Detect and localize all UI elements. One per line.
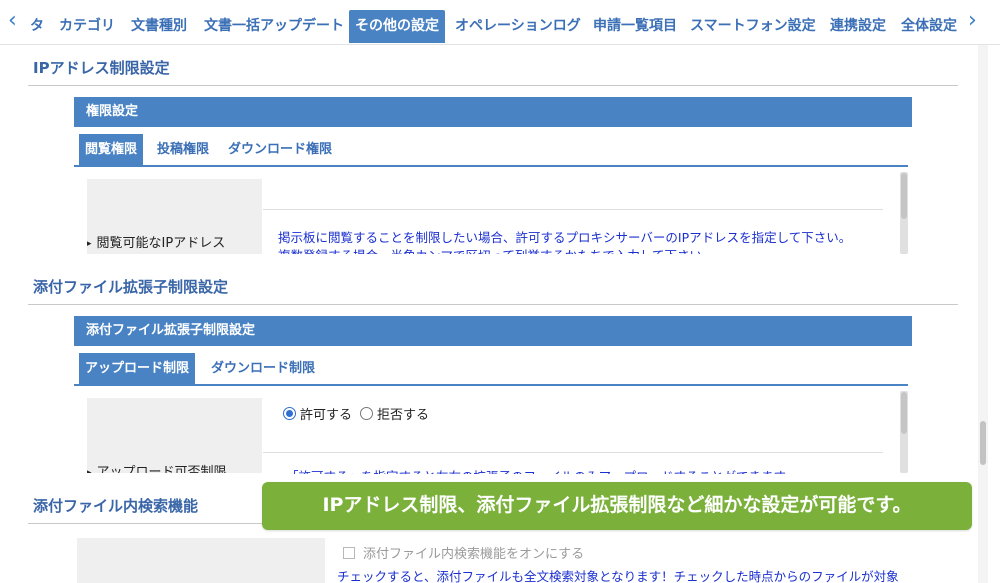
divider xyxy=(28,85,958,86)
tab-smartphone[interactable]: スマートフォン設定 xyxy=(690,10,816,44)
top-tab-bar: ‹ タ カテゴリ 文書種別 文書一括アップデート その他の設定 オペレーションロ… xyxy=(0,0,1000,45)
inner-scrollbar-thumb[interactable] xyxy=(901,173,907,219)
subtab-underline xyxy=(74,165,908,167)
help-text-ext-1: 「許可する」を指定すると左右の拡張子のファイルのみアップロードすることができます… xyxy=(286,466,797,474)
help-text-search-1: チェックすると、添付ファイルも全文検索対象となります！チェックした時点からのファ… xyxy=(337,569,899,583)
section-title-ext: 添付ファイル拡張子制限設定 xyxy=(33,278,229,296)
subtab-download-restriction[interactable]: ダウンロード制限 xyxy=(211,353,315,385)
tab-other-settings[interactable]: その他の設定 xyxy=(349,10,445,43)
panel-header-permissions: 権限設定 xyxy=(74,97,912,127)
subtab-post-permission[interactable]: 投稿権限 xyxy=(157,134,209,166)
tab-prev-partial[interactable]: タ xyxy=(30,10,44,44)
clip-area: アップロード可否制限 xyxy=(87,459,262,473)
radio-deny-label[interactable]: 拒否する xyxy=(377,404,429,423)
chevron-left-icon[interactable]: ‹ xyxy=(8,10,17,32)
feature-caption-banner: IPアドレス制限、添付ファイル拡張制限など細かな設定が可能です。 xyxy=(262,482,972,530)
tab-category[interactable]: カテゴリ xyxy=(59,10,115,44)
tab-bulk-update[interactable]: 文書一括アップデート xyxy=(204,10,344,44)
subtab-underline xyxy=(74,384,908,386)
inner-scrollbar-thumb[interactable] xyxy=(901,392,907,434)
help-text-ip-2: 複数登録する場合、半角カンマで区切って列挙するかたちで入力して下さい。 xyxy=(278,245,715,254)
tab-operation-log[interactable]: オペレーションログ xyxy=(455,10,581,44)
radio-group-upload: 許可する 拒否する xyxy=(283,404,437,423)
page-scrollbar[interactable] xyxy=(978,45,988,583)
tab-document-type[interactable]: 文書種別 xyxy=(131,10,187,44)
attachment-search-checkbox[interactable] xyxy=(343,546,355,559)
radio-allow[interactable] xyxy=(283,407,296,420)
panel-header-ext: 添付ファイル拡張子制限設定 xyxy=(74,316,912,346)
tab-integration[interactable]: 連携設定 xyxy=(830,10,886,44)
section-title-search: 添付ファイル内検索機能 xyxy=(33,497,199,515)
row-label-upload: アップロード可否制限 xyxy=(87,461,227,473)
radio-deny[interactable] xyxy=(360,407,374,420)
subtab-download-permission[interactable]: ダウンロード権限 xyxy=(228,134,332,166)
divider xyxy=(28,304,958,305)
chevron-right-icon[interactable]: › xyxy=(968,10,977,32)
help-text-ip-1: 掲示板に閲覧することを制限したい場合、許可するプロキシサーバーのIPアドレスを指… xyxy=(278,230,852,245)
page-scrollbar-thumb[interactable] xyxy=(980,421,986,465)
subtab-view-permission[interactable]: 閲覧権限 xyxy=(79,134,144,166)
attachment-search-checkbox-label[interactable]: 添付ファイル内検索機能をオンにする xyxy=(363,543,584,562)
divider xyxy=(263,209,883,210)
divider xyxy=(263,452,883,453)
row-label-viewable-ip: 閲覧可能なIPアドレス xyxy=(87,232,226,251)
tab-global-settings[interactable]: 全体設定 xyxy=(901,10,957,44)
subtab-upload-restriction[interactable]: アップロード制限 xyxy=(79,353,196,385)
clip-area: 「許可する」を指定すると左右の拡張子のファイルのみアップロードすることができます… xyxy=(286,466,898,474)
label-cell xyxy=(77,538,325,583)
section-title-ip: IPアドレス制限設定 xyxy=(33,59,170,77)
tab-application-list[interactable]: 申請一覧項目 xyxy=(593,10,677,44)
search-checkbox-row: 添付ファイル内検索機能をオンにする xyxy=(343,543,584,562)
radio-allow-label[interactable]: 許可する xyxy=(300,404,352,423)
clip-area: 複数登録する場合、半角カンマで区切って列挙するかたちで入力して下さい。 xyxy=(278,245,898,254)
